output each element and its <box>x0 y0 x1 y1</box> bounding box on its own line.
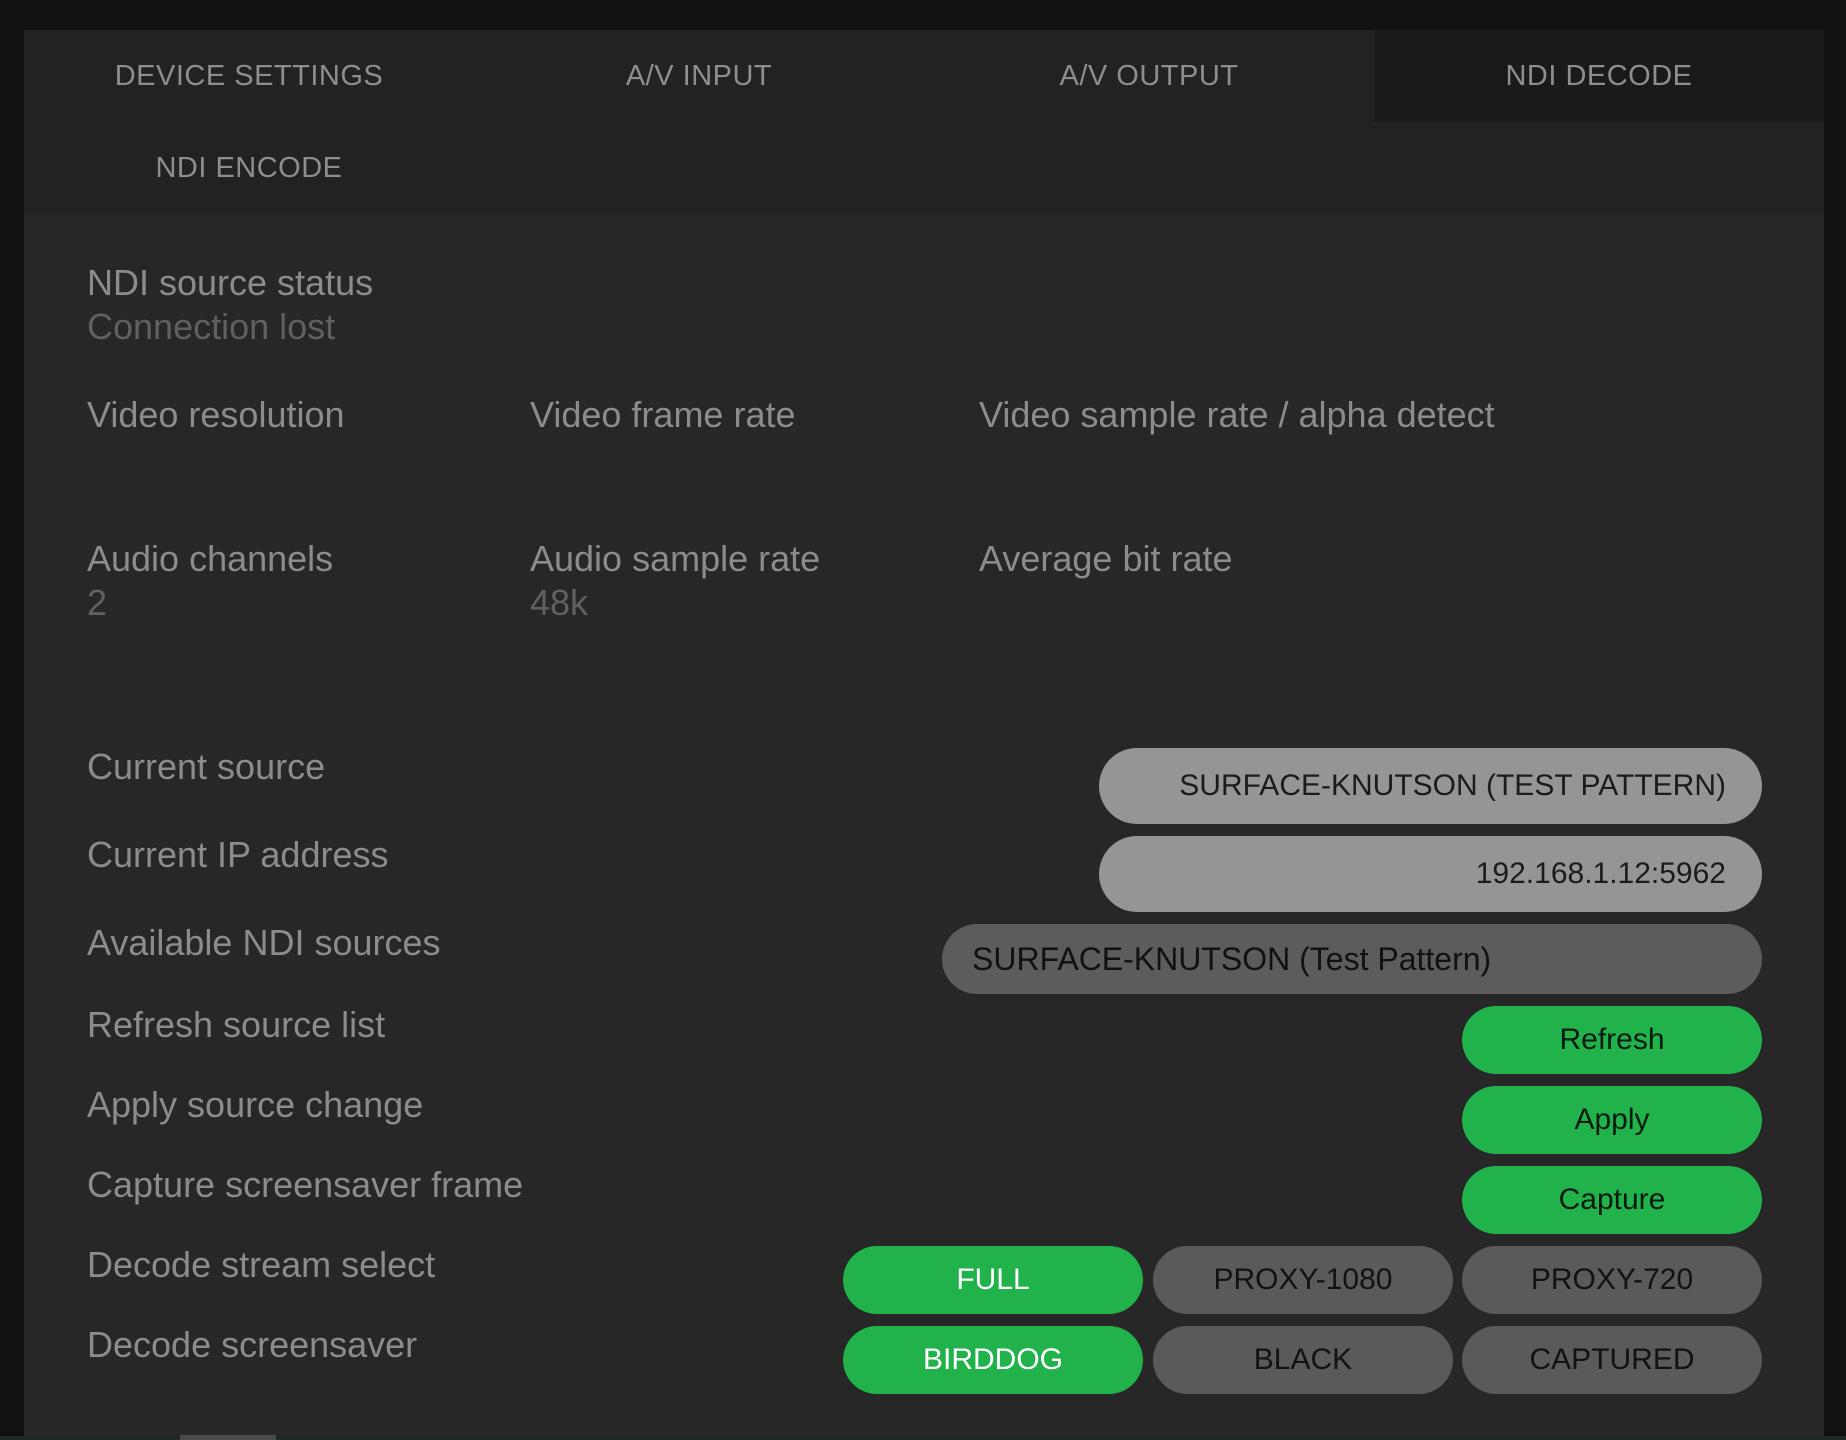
tab-av-output[interactable]: A/V OUTPUT <box>924 30 1374 122</box>
current-ip-field: 192.168.1.12:5962 <box>1099 836 1762 912</box>
capture-button[interactable]: Capture <box>1462 1166 1762 1234</box>
video-sample-rate-label: Video sample rate / alpha detect <box>979 394 1495 435</box>
screensaver-birddog-button[interactable]: BIRDDOG <box>843 1326 1143 1394</box>
tab-ndi-encode[interactable]: NDI ENCODE <box>24 122 474 214</box>
tab-bar: DEVICE SETTINGS A/V INPUT A/V OUTPUT NDI… <box>24 30 1824 214</box>
available-ndi-sources-select[interactable]: SURFACE-KNUTSON (Test Pattern) <box>942 924 1762 994</box>
decode-stream-full-button[interactable]: FULL <box>843 1246 1143 1314</box>
video-frame-rate-label: Video frame rate <box>530 394 796 435</box>
screensaver-captured-button[interactable]: CAPTURED <box>1462 1326 1762 1394</box>
apply-source-change-label: Apply source change <box>87 1084 424 1125</box>
audio-sample-rate-label: Audio sample rate <box>530 538 821 579</box>
current-ip-label: Current IP address <box>87 834 389 875</box>
available-ndi-sources-label: Available NDI sources <box>87 922 441 963</box>
ndi-decode-panel: DEVICE SETTINGS A/V INPUT A/V OUTPUT NDI… <box>24 30 1824 1440</box>
tab-av-input[interactable]: A/V INPUT <box>474 30 924 122</box>
tab-device-settings[interactable]: DEVICE SETTINGS <box>24 30 474 122</box>
decode-stream-proxy-720-button[interactable]: PROXY-720 <box>1462 1246 1762 1314</box>
ndi-source-status-label: NDI source status <box>87 262 374 303</box>
bottom-scroll-thumb[interactable] <box>180 1435 276 1440</box>
average-bit-rate-label: Average bit rate <box>979 538 1233 579</box>
refresh-source-list-label: Refresh source list <box>87 1004 386 1045</box>
video-resolution-label: Video resolution <box>87 394 345 435</box>
audio-channels-value: 2 <box>87 582 108 623</box>
bottom-scroll-track <box>0 1436 1846 1440</box>
apply-button[interactable]: Apply <box>1462 1086 1762 1154</box>
refresh-button[interactable]: Refresh <box>1462 1006 1762 1074</box>
decode-screensaver-label: Decode screensaver <box>87 1324 418 1365</box>
audio-sample-rate-value: 48k <box>530 582 589 623</box>
tab-ndi-decode[interactable]: NDI DECODE <box>1374 30 1824 122</box>
screensaver-black-button[interactable]: BLACK <box>1153 1326 1453 1394</box>
audio-channels-label: Audio channels <box>87 538 334 579</box>
capture-screensaver-frame-label: Capture screensaver frame <box>87 1164 524 1205</box>
current-source-field: SURFACE-KNUTSON (TEST PATTERN) <box>1099 748 1762 824</box>
decode-stream-select-label: Decode stream select <box>87 1244 436 1285</box>
ndi-source-status-value: Connection lost <box>87 306 336 347</box>
current-source-label: Current source <box>87 746 326 787</box>
decode-stream-proxy-1080-button[interactable]: PROXY-1080 <box>1153 1246 1453 1314</box>
